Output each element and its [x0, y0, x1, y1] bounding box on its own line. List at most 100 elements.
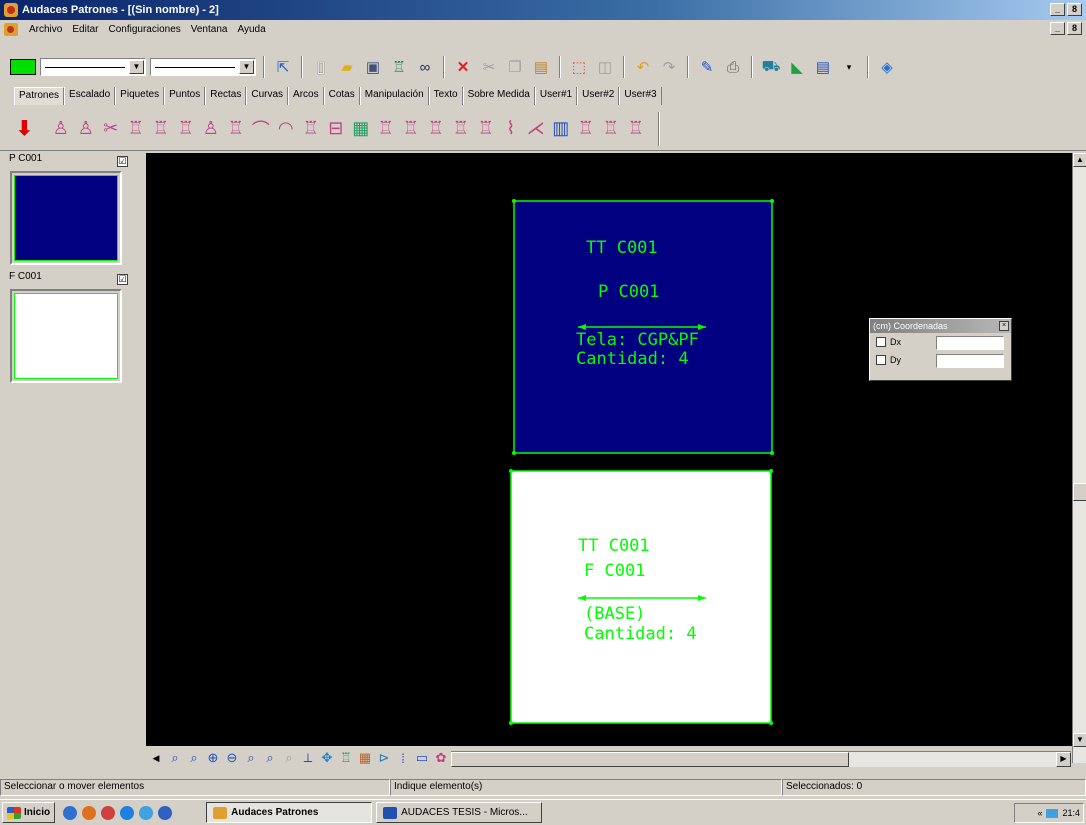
menu-archivo[interactable]: Archivo	[24, 24, 67, 35]
corner-point[interactable]	[512, 451, 516, 455]
list-icon[interactable]: ▤	[812, 56, 834, 78]
undo-icon[interactable]: ↶	[632, 56, 654, 78]
pattern-tool-5-icon[interactable]: ♖	[150, 115, 172, 143]
start-button[interactable]: Inicio	[2, 802, 56, 823]
piece-icon[interactable]: ♖	[388, 56, 410, 78]
new-icon[interactable]: ▯	[310, 56, 332, 78]
clock[interactable]: 21:4	[1062, 808, 1080, 818]
tab-manipulacion[interactable]: Manipulación	[359, 87, 429, 105]
pattern-tool-11-icon[interactable]: ♖	[300, 115, 322, 143]
pattern-tool-12-icon[interactable]: ⊟	[325, 115, 347, 143]
chevron-down-icon[interactable]: ▼	[129, 60, 144, 74]
zoom-plus-icon[interactable]: ⊕	[205, 750, 221, 766]
frame-icon[interactable]: ◫	[594, 56, 616, 78]
chevron-down-icon[interactable]: ▼	[239, 60, 254, 74]
edit-icon[interactable]: ✎	[696, 56, 718, 78]
tab-texto[interactable]: Texto	[428, 87, 463, 105]
binoculars-icon[interactable]: ∞	[414, 56, 436, 78]
document-icon[interactable]	[4, 22, 18, 36]
corner-point[interactable]	[769, 469, 773, 473]
tab-rectas[interactable]: Rectas	[205, 87, 247, 105]
corner-point[interactable]	[770, 451, 774, 455]
line-style-select[interactable]: ▼	[40, 58, 146, 76]
pattern-tool-7-icon[interactable]: ♙	[200, 115, 222, 143]
pattern-tool-15-icon[interactable]: ♖	[400, 115, 422, 143]
mdi-minimize-button[interactable]: _	[1050, 22, 1065, 35]
zoom-minus-icon[interactable]: ⊖	[224, 750, 240, 766]
piece-thumbnail[interactable]	[10, 289, 122, 383]
coordinates-panel[interactable]: (cm) Coordenadas × Dx Dy	[869, 318, 1012, 381]
corner-point[interactable]	[509, 469, 513, 473]
pattern-piece-p-c001[interactable]: TT C001 P C001 Tela: CGP&PF Cantidad: 4	[512, 199, 774, 455]
piece-view-icon[interactable]: ♖	[338, 750, 354, 766]
pattern-tool-16-icon[interactable]: ♖	[425, 115, 447, 143]
pattern-tool-13-icon[interactable]: ▦	[350, 115, 372, 143]
color-swatch[interactable]	[10, 59, 36, 75]
drawing-canvas[interactable]: TT C001 P C001 Tela: CGP&PF Cantidad: 4 …	[146, 153, 1072, 746]
pattern-tool-18-icon[interactable]: ♖	[475, 115, 497, 143]
piece-thumbnail[interactable]	[10, 171, 122, 265]
desktop-icon[interactable]	[63, 805, 78, 820]
print-icon[interactable]: ⎙	[722, 56, 744, 78]
browser-icon[interactable]	[120, 805, 135, 820]
open-icon[interactable]: ▰	[336, 56, 358, 78]
firefox-icon[interactable]	[82, 805, 97, 820]
select-box-icon[interactable]: ⬚	[568, 56, 590, 78]
grade-icon[interactable]: ⊳	[376, 750, 392, 766]
pattern-tool-21-icon[interactable]: ▥	[550, 115, 572, 143]
palette-icon[interactable]: ▦	[357, 750, 373, 766]
dx-checkbox[interactable]	[876, 337, 886, 347]
scroll-right-icon[interactable]: ▶	[1056, 752, 1071, 767]
zoom-all-icon[interactable]: ⌕	[262, 750, 278, 766]
arrow-down-icon[interactable]: ⬇	[16, 116, 33, 141]
tab-puntos[interactable]: Puntos	[164, 87, 206, 105]
tab-escalado[interactable]: Escalado	[64, 87, 116, 105]
layers-icon[interactable]: ▭	[414, 750, 430, 766]
horizontal-scroll-thumb[interactable]	[451, 752, 849, 767]
dy-checkbox[interactable]	[876, 355, 886, 365]
pattern-tool-2-icon[interactable]: ♙	[75, 115, 97, 143]
dy-input[interactable]	[936, 354, 1004, 368]
close-icon[interactable]: ×	[999, 321, 1009, 331]
grid-icon[interactable]: ⁞	[395, 750, 411, 766]
menu-ayuda[interactable]: Ayuda	[232, 24, 270, 35]
pieces-icon[interactable]: ✿	[433, 750, 449, 766]
corner-point[interactable]	[770, 199, 774, 203]
scroll-down-icon[interactable]: ▼	[1073, 733, 1086, 747]
rss-icon[interactable]	[101, 805, 116, 820]
pattern-tool-6-icon[interactable]: ♖	[175, 115, 197, 143]
scroll-up-icon[interactable]: ▲	[1073, 153, 1086, 167]
task-audaces-patrones[interactable]: Audaces Patrones	[206, 802, 373, 823]
pattern-tool-1-icon[interactable]: ♙	[50, 115, 72, 143]
tab-user3[interactable]: User#3	[619, 87, 662, 105]
media-icon[interactable]	[158, 805, 173, 820]
save-icon[interactable]: ▣	[362, 56, 384, 78]
paste-icon[interactable]: ▤	[530, 56, 552, 78]
corner-point[interactable]	[769, 721, 773, 725]
tab-sobre-medida[interactable]: Sobre Medida	[462, 87, 535, 105]
tab-arcos[interactable]: Arcos	[288, 87, 324, 105]
restore-button[interactable]: 8	[1067, 3, 1082, 16]
mdi-restore-button[interactable]: 8	[1067, 22, 1082, 35]
copy-icon[interactable]: ❐	[504, 56, 526, 78]
piece-checkbox[interactable]: ☑	[117, 156, 128, 167]
pattern-tool-14-icon[interactable]: ♖	[375, 115, 397, 143]
pattern-tool-20-icon[interactable]: ⋌	[525, 115, 547, 143]
pattern-tool-22-icon[interactable]: ♖	[575, 115, 597, 143]
tab-user2[interactable]: User#2	[577, 87, 620, 105]
tab-user1[interactable]: User#1	[534, 87, 578, 105]
horizontal-scrollbar[interactable]: ▶	[451, 751, 1071, 767]
line-width-select[interactable]: ▼	[150, 58, 256, 76]
network-icon[interactable]	[1046, 808, 1059, 818]
pattern-piece-f-c001[interactable]: TT C001 F C001 (BASE) Cantidad: 4	[509, 469, 773, 725]
messenger-icon[interactable]	[139, 805, 154, 820]
pan-icon[interactable]: ✥	[319, 750, 335, 766]
tray-expand-icon[interactable]: «	[1037, 808, 1042, 818]
cut-icon[interactable]: ✂	[478, 56, 500, 78]
minimize-button[interactable]: _	[1050, 3, 1065, 16]
plotter-icon[interactable]: ⛟	[760, 56, 782, 78]
zoom-previous-icon[interactable]: ⌕	[281, 750, 297, 766]
menu-editar[interactable]: Editar	[67, 24, 103, 35]
zoom-extents-icon[interactable]: ⌕	[243, 750, 259, 766]
pattern-tool-24-icon[interactable]: ♖	[625, 115, 647, 143]
